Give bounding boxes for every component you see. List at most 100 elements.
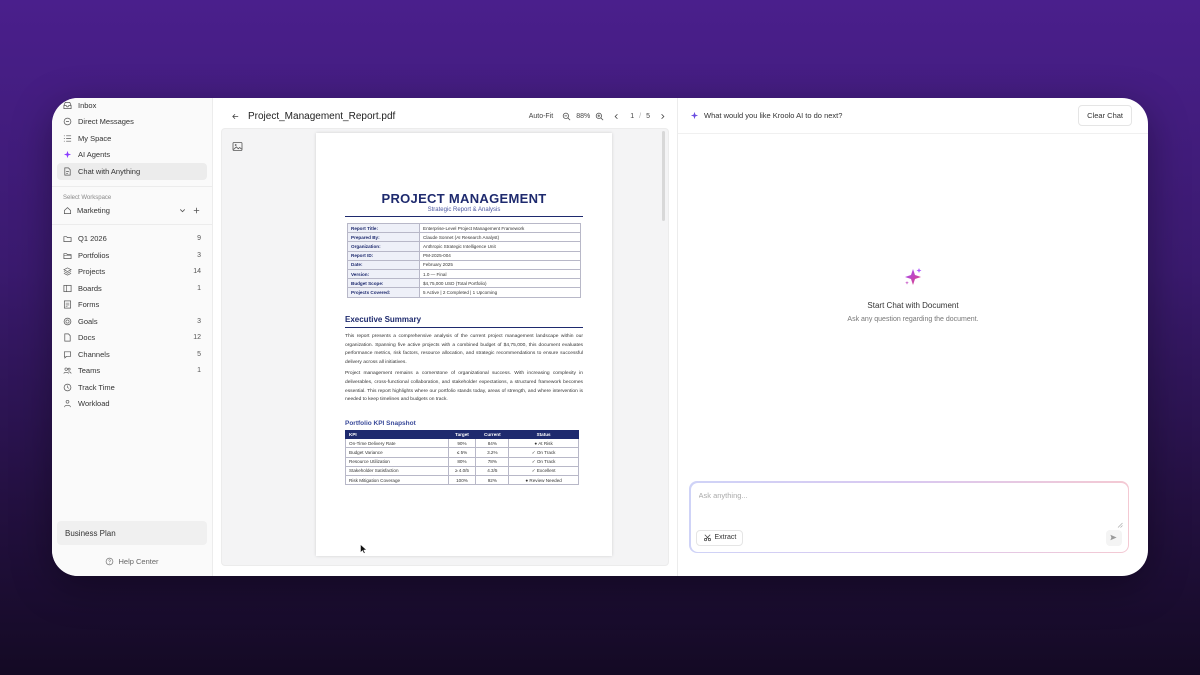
document-viewer[interactable]: PROJECT MANAGEMENT Strategic Report & An… bbox=[221, 128, 669, 566]
sidebar-item-my-space[interactable]: My Space bbox=[57, 130, 207, 147]
info-value: Enterprise-Level Project Management Fram… bbox=[419, 222, 581, 234]
workspace-select[interactable]: Marketing bbox=[52, 204, 212, 218]
image-icon[interactable] bbox=[232, 139, 243, 151]
page-current[interactable]: 1 bbox=[630, 113, 634, 120]
sidebar-item-workload[interactable]: Workload bbox=[57, 396, 207, 413]
list-icon bbox=[63, 134, 72, 143]
kpi-cell: ✓ On Track bbox=[508, 456, 579, 467]
sidebar-item-label: Boards bbox=[78, 283, 102, 293]
info-row: Budget Scope: $4,75,000 USD (Total Portfo… bbox=[347, 278, 581, 289]
sparkle-icon bbox=[63, 150, 72, 159]
portfolio-icon bbox=[63, 251, 72, 260]
sidebar-item-count: 1 bbox=[197, 367, 201, 375]
clear-chat-button[interactable]: Clear Chat bbox=[1078, 105, 1132, 126]
scrollbar[interactable] bbox=[662, 131, 665, 221]
info-value: 5 Active | 2 Completed | 1 Upcoming bbox=[419, 287, 581, 298]
chevron-left-icon[interactable] bbox=[612, 112, 621, 121]
executive-summary-paragraph: This report presents a comprehensive ana… bbox=[345, 334, 583, 365]
board-icon bbox=[63, 284, 72, 293]
sidebar-item-ai-agents[interactable]: AI Agents bbox=[57, 147, 207, 164]
kpi-cell: On-Time Delivery Rate bbox=[345, 438, 449, 449]
document-panel: Project_Management_Report.pdf Auto-Fit 8… bbox=[213, 98, 678, 576]
info-value: $4,75,000 USD (Total Portfolio) bbox=[419, 278, 581, 289]
auto-fit-button[interactable]: Auto-Fit bbox=[529, 113, 554, 120]
kpi-cell: ≥ 4.0/5 bbox=[447, 465, 477, 477]
sidebar: Inbox Direct Messages My Space AI Agents… bbox=[52, 98, 213, 576]
info-value: Claude Sonnet (AI Research Analyst) bbox=[419, 232, 581, 243]
app-window: Inbox Direct Messages My Space AI Agents… bbox=[52, 98, 1148, 576]
info-key: Budget Scope: bbox=[347, 278, 420, 289]
sidebar-item-count: 3 bbox=[197, 251, 201, 259]
sidebar-item-count: 9 bbox=[197, 235, 201, 243]
info-row: Prepared By: Claude Sonnet (AI Research A… bbox=[347, 232, 581, 243]
sidebar-item-direct-messages[interactable]: Direct Messages bbox=[57, 114, 207, 131]
sidebar-item-label: AI Agents bbox=[78, 150, 111, 160]
kpi-cell: 90% bbox=[447, 438, 477, 449]
sidebar-item-teams[interactable]: Teams 1 bbox=[57, 363, 207, 380]
sidebar-item-forms[interactable]: Forms bbox=[57, 297, 207, 314]
zoom-in-icon[interactable] bbox=[595, 112, 604, 121]
kpi-column-header: KPI bbox=[345, 429, 449, 440]
chat-prompt: What would you like Kroolo AI to do next… bbox=[704, 111, 843, 120]
send-icon bbox=[1109, 533, 1118, 542]
sidebar-item-count: 3 bbox=[197, 317, 201, 325]
divider bbox=[52, 185, 212, 187]
ai-sparkle-icon bbox=[902, 266, 924, 288]
kpi-cell: 92% bbox=[475, 474, 510, 486]
sidebar-item-label: Forms bbox=[78, 300, 100, 310]
sidebar-item-chat-with-anything[interactable]: Chat with Anything bbox=[57, 163, 207, 180]
sidebar-item-track-time[interactable]: Track Time bbox=[57, 379, 207, 396]
table-row: Resource Utilization 80% 78% ✓ On Track bbox=[345, 456, 579, 467]
chat-input[interactable] bbox=[698, 490, 1109, 521]
extract-label: Extract bbox=[714, 534, 737, 541]
sidebar-item-portfolios[interactable]: Portfolios 3 bbox=[57, 247, 207, 264]
sidebar-item-goals[interactable]: Goals 3 bbox=[57, 313, 207, 330]
business-plan-label: Business Plan bbox=[65, 528, 116, 538]
extract-button[interactable]: Extract bbox=[695, 529, 744, 546]
help-center-label: Help Center bbox=[118, 557, 159, 566]
business-plan-card[interactable]: Business Plan bbox=[57, 521, 207, 545]
target-icon bbox=[63, 317, 72, 326]
page-total: 5 bbox=[646, 112, 650, 120]
page-subtitle: Strategic Report & Analysis bbox=[427, 207, 501, 213]
sidebar-item-label: Direct Messages bbox=[78, 117, 134, 127]
sidebar-item-label: Inbox bbox=[78, 100, 97, 110]
sidebar-item-label: Docs bbox=[78, 333, 96, 343]
kpi-table: KPI Target Current Status On-Time Delivery … bbox=[345, 429, 579, 486]
workspace-label: Select Workspace bbox=[63, 194, 112, 201]
chat-input-container: Extract bbox=[689, 481, 1129, 553]
table-row: Stakeholder Satisfaction ≥ 4.0/5 4.3/5 ✓ Ex… bbox=[345, 465, 579, 477]
inbox-icon bbox=[63, 101, 72, 110]
chat-header: What would you like Kroolo AI to do next… bbox=[678, 98, 1148, 134]
info-key: Date: bbox=[347, 259, 420, 270]
workspace-value: Marketing bbox=[77, 206, 110, 215]
report-info-table: Report Title: Enterprise-Level Project Ma… bbox=[347, 222, 581, 298]
sidebar-item-q1-2026[interactable]: Q1 2026 9 bbox=[57, 231, 207, 248]
chevron-right-icon[interactable] bbox=[658, 112, 667, 121]
mouse-cursor-icon bbox=[360, 541, 368, 554]
send-button[interactable] bbox=[1105, 529, 1122, 546]
chat-input-box: Extract bbox=[690, 482, 1128, 552]
resize-handle-icon[interactable] bbox=[1117, 515, 1123, 528]
sidebar-item-docs[interactable]: Docs 12 bbox=[57, 330, 207, 347]
page-separator: / bbox=[639, 112, 642, 120]
sidebar-item-projects[interactable]: Projects 14 bbox=[57, 264, 207, 281]
chat-panel: What would you like Kroolo AI to do next… bbox=[678, 98, 1148, 576]
team-icon bbox=[63, 366, 72, 375]
chevron-down-icon[interactable] bbox=[178, 206, 187, 215]
sidebar-item-channels[interactable]: Channels 5 bbox=[57, 346, 207, 363]
zoom-out-icon[interactable] bbox=[562, 112, 571, 121]
kpi-snapshot-heading: Portfolio KPI Snapshot bbox=[345, 419, 416, 427]
add-icon[interactable] bbox=[192, 206, 201, 215]
help-center-link[interactable]: Help Center bbox=[52, 557, 212, 566]
sidebar-item-boards[interactable]: Boards 1 bbox=[57, 280, 207, 297]
kpi-cell: ✓ On Track bbox=[508, 447, 579, 458]
kpi-cell: Stakeholder Satisfaction bbox=[345, 465, 449, 477]
sidebar-item-count: 12 bbox=[193, 334, 201, 342]
back-arrow-icon[interactable] bbox=[231, 112, 240, 121]
kpi-cell: 3.2% bbox=[475, 447, 510, 458]
sidebar-item-label: Portfolios bbox=[78, 250, 110, 260]
kpi-cell: ≤ 5% bbox=[447, 447, 477, 458]
sidebar-item-inbox[interactable]: Inbox bbox=[57, 98, 207, 114]
kpi-column-header: Target bbox=[447, 429, 477, 440]
